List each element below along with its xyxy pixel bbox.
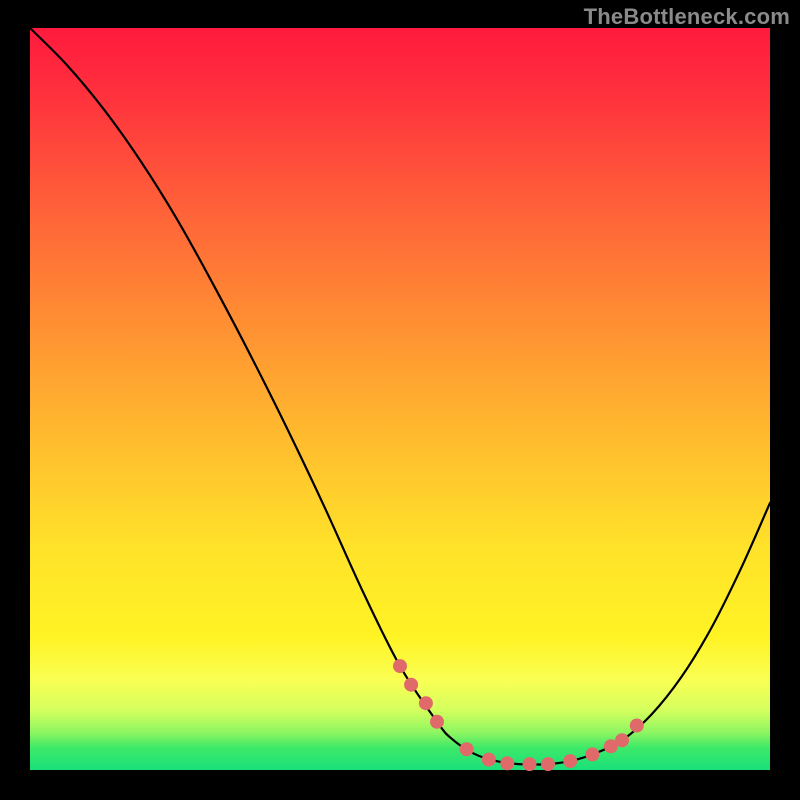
marker-dot xyxy=(541,757,555,771)
marker-dot xyxy=(523,757,537,771)
bottleneck-curve xyxy=(30,28,770,764)
marker-dot xyxy=(615,733,629,747)
marker-dot xyxy=(419,696,433,710)
marker-dot xyxy=(563,754,577,768)
marker-dot xyxy=(482,753,496,767)
highlighted-points xyxy=(393,659,644,771)
marker-dot xyxy=(585,747,599,761)
marker-dot xyxy=(500,756,514,770)
chart-svg xyxy=(30,28,770,770)
marker-dot xyxy=(404,678,418,692)
marker-dot xyxy=(430,715,444,729)
marker-dot xyxy=(393,659,407,673)
chart-frame: TheBottleneck.com xyxy=(0,0,800,800)
marker-dot xyxy=(460,742,474,756)
marker-dot xyxy=(630,719,644,733)
watermark-text: TheBottleneck.com xyxy=(584,4,790,30)
